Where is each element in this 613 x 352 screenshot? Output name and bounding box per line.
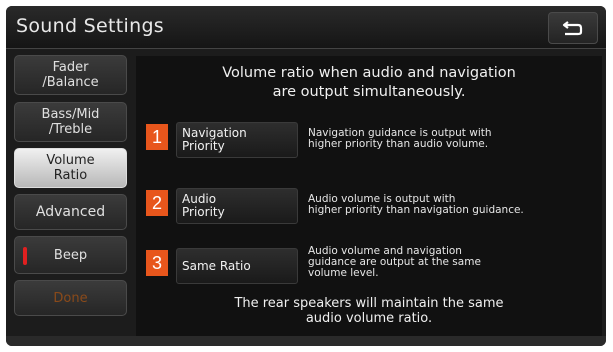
header-bar: Sound Settings xyxy=(6,6,606,49)
rear-speaker-note: The rear speakers will maintain the same… xyxy=(136,296,602,326)
callout-number-2: 2 xyxy=(146,190,168,216)
navigation-priority-button[interactable]: Navigation Priority xyxy=(176,122,298,158)
description-line: volume level. xyxy=(308,267,379,279)
page-title: Sound Settings xyxy=(16,15,164,37)
sidebar-item-label: Bass/Mid xyxy=(41,107,100,122)
description-line: higher priority than audio volume. xyxy=(308,138,489,150)
sidebar-item-label: /Balance xyxy=(42,75,99,90)
footer-line: audio volume ratio. xyxy=(305,311,433,326)
sidebar-item-label: /Treble xyxy=(48,122,93,137)
sidebar-item-label: Volume xyxy=(46,153,95,168)
bottom-status-bar xyxy=(6,336,606,346)
option-label: Same Ratio xyxy=(182,259,251,273)
footer-line: The rear speakers will maintain the same xyxy=(234,296,504,311)
sidebar-item-fader-balance[interactable]: Fader /Balance xyxy=(14,55,127,95)
same-ratio-description: Audio volume and navigation guidance are… xyxy=(308,246,606,279)
beep-toggle-button[interactable]: Beep xyxy=(14,236,127,274)
audio-priority-button[interactable]: Audio Priority xyxy=(176,188,298,224)
back-button[interactable] xyxy=(548,12,598,44)
navigation-priority-description: Navigation guidance is output with highe… xyxy=(308,128,606,150)
heading-line: are output simultaneously. xyxy=(272,84,466,100)
beep-indicator-led xyxy=(23,247,27,265)
volume-ratio-panel: Volume ratio when audio and navigation a… xyxy=(136,56,602,336)
heading-line: Volume ratio when audio and navigation xyxy=(222,65,516,81)
same-ratio-button[interactable]: Same Ratio xyxy=(176,248,298,284)
callout-number-1: 1 xyxy=(146,124,168,150)
sidebar-item-advanced[interactable]: Advanced xyxy=(14,194,127,230)
sidebar-item-volume-ratio[interactable]: Volume Ratio xyxy=(14,148,127,188)
done-button[interactable]: Done xyxy=(14,280,127,316)
option-label: Priority xyxy=(182,205,225,219)
sound-settings-screen: Sound Settings Fader /Balance Bass/Mid /… xyxy=(6,6,606,346)
sidebar-item-label: Advanced xyxy=(35,203,106,220)
callout-number-3: 3 xyxy=(146,250,168,276)
panel-heading: Volume ratio when audio and navigation a… xyxy=(136,64,602,102)
back-arrow-icon xyxy=(562,21,583,36)
audio-priority-description: Audio volume is output with higher prior… xyxy=(308,194,606,216)
option-label: Priority xyxy=(182,139,225,153)
sidebar-item-label: Done xyxy=(53,290,88,306)
sidebar-item-bass-mid-treble[interactable]: Bass/Mid /Treble xyxy=(14,102,127,142)
description-line: higher priority than navigation guidance… xyxy=(308,204,524,216)
sidebar-item-label: Fader xyxy=(52,60,89,75)
sidebar-item-label: Beep xyxy=(53,247,88,263)
sidebar-item-label: Ratio xyxy=(53,168,88,183)
